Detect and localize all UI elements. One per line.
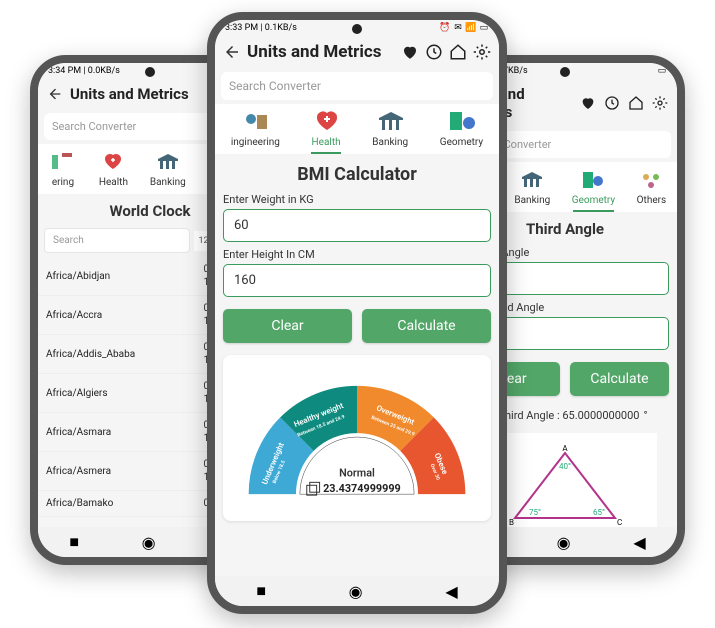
calculate-button[interactable]: Calculate: [570, 362, 669, 396]
app-title: Units and Metrics: [70, 85, 206, 103]
tab-health[interactable]: Health: [308, 108, 345, 154]
android-navbar: ■ ◉ ◀: [215, 576, 499, 606]
whatsapp-icon: ✉: [453, 23, 463, 33]
geometry-icon: [579, 168, 607, 192]
bmi-gauge: Underweight Below 18.5 Healthy weight Be…: [223, 355, 491, 521]
banking-icon: [154, 150, 182, 174]
tab-banking[interactable]: Banking: [146, 148, 190, 194]
signal-icon: 📶: [466, 23, 476, 33]
height-label: Enter Height In CM: [223, 248, 491, 261]
nav-back-icon[interactable]: ◀: [445, 582, 457, 601]
vertex-c: C: [617, 518, 622, 527]
back-icon[interactable]: [223, 43, 241, 61]
appbar: Units and Metrics: [215, 36, 499, 68]
status-icons: ⏰ ✉ 📶 ▭: [440, 23, 489, 33]
svg-text:65°: 65°: [593, 508, 605, 517]
button-row: Clear Calculate: [223, 309, 491, 343]
app-title: Units and Metrics: [247, 42, 395, 62]
health-icon: [99, 150, 127, 174]
status-icons: ▭: [657, 66, 667, 76]
banking-icon: [376, 110, 404, 134]
clock-icon[interactable]: [425, 43, 443, 61]
clear-button[interactable]: Clear: [223, 309, 352, 343]
nav-recent-icon[interactable]: ■: [256, 581, 266, 601]
nav-home-icon[interactable]: ◉: [349, 582, 363, 601]
nav-recent-icon[interactable]: ■: [69, 532, 79, 552]
nav-home-icon[interactable]: ◉: [142, 533, 156, 552]
battery-icon: ▭: [479, 23, 489, 33]
alarm-icon: ⏰: [440, 23, 450, 33]
worldclock-search-input[interactable]: Search: [44, 228, 190, 253]
battery-icon: ▭: [657, 66, 667, 76]
tab-geometry[interactable]: Geometry: [568, 166, 619, 212]
back-icon[interactable]: [46, 85, 64, 103]
tab-geometry[interactable]: Geometry: [436, 108, 487, 154]
tab-engineering[interactable]: ering: [45, 148, 81, 194]
banking-icon: [518, 168, 546, 192]
weight-input[interactable]: 60: [223, 209, 491, 242]
statusbar: 3:33 PM | 0.1KB/s ⏰ ✉ 📶 ▭: [215, 20, 499, 36]
tab-engineering[interactable]: ingineering: [227, 108, 284, 154]
home-icon[interactable]: [627, 94, 645, 112]
tab-banking[interactable]: Banking: [368, 108, 412, 154]
status-time: 3:33 PM | 0.1KB/s: [225, 23, 297, 33]
status-time: 3:34 PM | 0.0KB/s: [48, 66, 120, 76]
nav-home-icon[interactable]: ◉: [557, 533, 571, 552]
search-input[interactable]: Search Converter: [221, 72, 493, 100]
svg-text:40°: 40°: [559, 462, 571, 471]
clock-icon[interactable]: [603, 94, 621, 112]
vertex-a: A: [562, 444, 568, 453]
settings-icon[interactable]: [473, 43, 491, 61]
engineering-icon: [241, 110, 269, 134]
tab-others[interactable]: Others: [633, 166, 671, 212]
svg-text:75°: 75°: [529, 508, 541, 517]
health-icon: [312, 110, 340, 134]
weight-label: Enter Weight in KG: [223, 193, 491, 206]
tab-banking[interactable]: Banking: [510, 166, 554, 212]
heart-icon[interactable]: [401, 43, 419, 61]
gauge-result-value: 23.4374999999: [323, 482, 401, 495]
tab-health[interactable]: Health: [95, 148, 132, 194]
gauge-result-label: Normal: [339, 466, 375, 479]
vertex-b: B: [509, 518, 514, 527]
home-icon[interactable]: [449, 43, 467, 61]
phone-center-bmi: 3:33 PM | 0.1KB/s ⏰ ✉ 📶 ▭ Units and Metr…: [207, 12, 507, 614]
nav-back-icon[interactable]: ◀: [633, 533, 645, 552]
height-input[interactable]: 160: [223, 264, 491, 297]
engineering-icon: [49, 150, 77, 174]
category-tabs: ingineering Health Banking Geometry: [215, 104, 499, 154]
settings-icon[interactable]: [651, 94, 669, 112]
heart-icon[interactable]: [579, 94, 597, 112]
calculate-button[interactable]: Calculate: [362, 309, 491, 343]
geometry-icon: [447, 110, 475, 134]
page-title: BMI Calculator: [215, 164, 499, 185]
others-icon: [637, 168, 665, 192]
